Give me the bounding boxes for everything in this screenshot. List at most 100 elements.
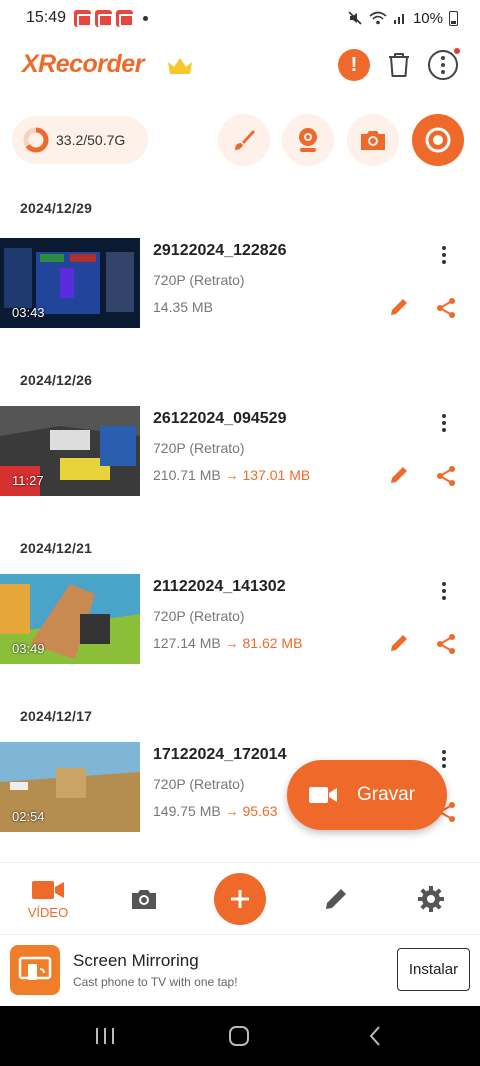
notification-app-icon bbox=[116, 9, 135, 27]
status-bar: 15:49 10% bbox=[0, 0, 480, 36]
notification-app-icon bbox=[95, 9, 114, 27]
record-button[interactable] bbox=[412, 114, 464, 166]
video-resolution: 720P (Retrato) bbox=[153, 440, 245, 456]
video-resolution: 720P (Retrato) bbox=[153, 776, 245, 792]
date-header: 2024/12/17 bbox=[20, 708, 93, 724]
video-camera-icon bbox=[32, 880, 64, 899]
video-thumbnail[interactable]: 11:27 bbox=[0, 406, 140, 496]
status-time: 15:49 bbox=[26, 9, 67, 26]
video-size: 127.14 MB → 81.62 MB bbox=[153, 635, 302, 651]
video-size: 210.71 MB → 137.01 MB bbox=[153, 467, 310, 483]
date-header: 2024/12/29 bbox=[20, 200, 93, 216]
ad-title: Screen Mirroring bbox=[73, 951, 199, 970]
video-duration: 03:49 bbox=[12, 641, 45, 656]
item-menu-icon[interactable] bbox=[436, 412, 452, 434]
share-icon[interactable] bbox=[434, 632, 458, 656]
back-icon[interactable] bbox=[360, 1024, 390, 1048]
item-menu-icon[interactable] bbox=[436, 748, 452, 770]
nav-tab-video-label: VÍDEO bbox=[27, 904, 69, 920]
record-fab-label: Gravar bbox=[357, 784, 416, 805]
storage-usage-text: 33.2/50.7G bbox=[56, 132, 126, 148]
list-item[interactable]: 03:49 21122024_141302 720P (Retrato) 127… bbox=[0, 574, 480, 666]
status-right: 10% bbox=[347, 10, 458, 27]
ad-app-icon bbox=[10, 945, 60, 995]
screenshot-button[interactable] bbox=[347, 114, 399, 166]
pencil-icon bbox=[326, 889, 346, 909]
brush-icon bbox=[235, 130, 255, 150]
edit-icon[interactable] bbox=[388, 296, 410, 318]
nav-tab-settings[interactable] bbox=[414, 863, 448, 935]
video-thumbnail[interactable]: 03:49 bbox=[0, 574, 140, 664]
recent-apps-icon[interactable] bbox=[90, 1024, 120, 1048]
video-resolution: 720P (Retrato) bbox=[153, 608, 245, 624]
alert-icon[interactable]: ! bbox=[338, 49, 370, 81]
ad-subtitle: Cast phone to TV with one tap! bbox=[73, 975, 238, 989]
compressed-size: 95.63 bbox=[242, 803, 278, 819]
video-duration: 03:43 bbox=[12, 305, 45, 320]
signal-icon bbox=[393, 14, 404, 24]
nav-tab-video[interactable]: VÍDEO bbox=[20, 863, 76, 935]
facecam-icon bbox=[299, 128, 317, 152]
nav-tab-edit[interactable] bbox=[320, 863, 352, 935]
video-camera-icon bbox=[309, 787, 337, 803]
video-size: 14.35 MB bbox=[153, 299, 213, 315]
compressed-size: 81.62 MB bbox=[242, 635, 303, 651]
trash-icon[interactable] bbox=[382, 48, 416, 82]
video-size: 149.75 MB → 95.63 bbox=[153, 803, 278, 819]
video-duration: 02:54 bbox=[12, 809, 45, 824]
notification-app-icon bbox=[74, 9, 93, 27]
arrow-right-icon: → bbox=[224, 803, 239, 819]
date-header: 2024/12/21 bbox=[20, 540, 93, 556]
original-size: 127.14 MB bbox=[153, 635, 221, 651]
compressed-size: 137.01 MB bbox=[242, 467, 311, 483]
share-icon[interactable] bbox=[434, 464, 458, 488]
video-title: 17122024_172014 bbox=[153, 746, 287, 763]
nav-add-button[interactable] bbox=[214, 863, 266, 935]
crown-icon[interactable] bbox=[166, 54, 194, 78]
app-logo: XRecorder bbox=[22, 50, 144, 78]
record-icon bbox=[425, 127, 451, 153]
storage-ring-icon bbox=[23, 127, 49, 153]
wifi-icon bbox=[369, 11, 387, 25]
brush-button[interactable] bbox=[218, 114, 270, 166]
original-size: 14.35 MB bbox=[153, 299, 213, 315]
list-item[interactable]: 03:43 29122024_122826 720P (Retrato) 14.… bbox=[0, 238, 480, 330]
nav-tab-photo[interactable] bbox=[126, 863, 162, 935]
edit-icon[interactable] bbox=[388, 632, 410, 654]
facecam-button[interactable] bbox=[282, 114, 334, 166]
video-thumbnail[interactable]: 03:43 bbox=[0, 238, 140, 328]
arrow-right-icon: → bbox=[224, 635, 239, 651]
app-header: XRecorder ! bbox=[0, 44, 480, 88]
add-icon bbox=[214, 873, 266, 925]
list-item[interactable]: 11:27 26122024_094529 720P (Retrato) 210… bbox=[0, 406, 480, 498]
more-options-icon[interactable] bbox=[426, 48, 460, 82]
video-resolution: 720P (Retrato) bbox=[153, 272, 245, 288]
more-notifications-icon bbox=[143, 15, 149, 21]
screen-mirroring-icon bbox=[18, 956, 52, 980]
home-icon[interactable] bbox=[224, 1024, 254, 1048]
mute-icon bbox=[348, 11, 362, 25]
gear-icon bbox=[418, 886, 444, 912]
ad-banner[interactable]: Screen Mirroring Cast phone to TV with o… bbox=[0, 934, 480, 1006]
install-button[interactable]: Instalar bbox=[397, 948, 470, 991]
battery-icon bbox=[449, 10, 458, 26]
item-menu-icon[interactable] bbox=[436, 580, 452, 602]
share-icon[interactable] bbox=[434, 296, 458, 320]
video-title: 29122024_122826 bbox=[153, 242, 287, 259]
notification-dot bbox=[454, 48, 460, 54]
edit-icon[interactable] bbox=[388, 464, 410, 486]
notification-icons bbox=[74, 9, 149, 27]
record-fab[interactable]: Gravar bbox=[287, 760, 447, 830]
original-size: 149.75 MB bbox=[153, 803, 221, 819]
system-navigation-bar bbox=[0, 1006, 480, 1066]
item-menu-icon[interactable] bbox=[436, 244, 452, 266]
camera-icon bbox=[132, 890, 156, 909]
screenshot-icon bbox=[361, 131, 385, 150]
date-header: 2024/12/26 bbox=[20, 372, 93, 388]
video-duration: 11:27 bbox=[12, 473, 44, 488]
arrow-right-icon: → bbox=[224, 467, 239, 483]
bottom-navigation: VÍDEO bbox=[0, 862, 480, 934]
storage-indicator[interactable]: 33.2/50.7G bbox=[12, 116, 148, 164]
battery-percent: 10% bbox=[412, 9, 443, 27]
video-thumbnail[interactable]: 02:54 bbox=[0, 742, 140, 832]
